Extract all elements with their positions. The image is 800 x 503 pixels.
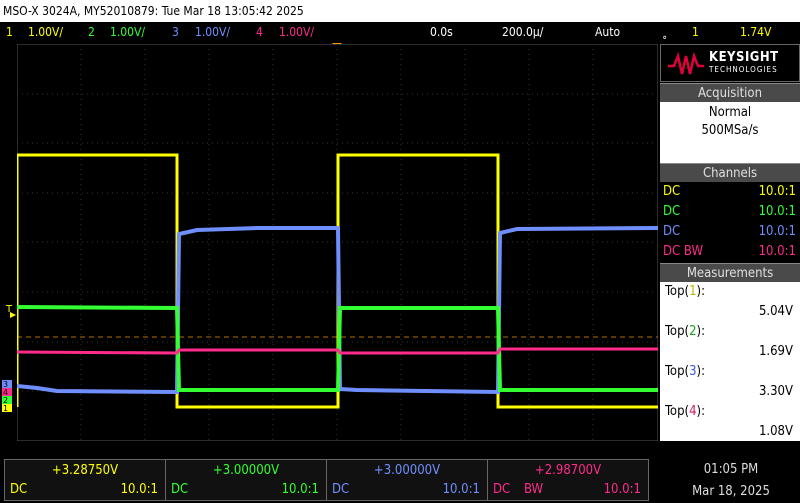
status-bar: 1 1.00V/ 2 1.00V/ 3 1.00V/ 4 1.00V/ 0.0s… xyxy=(0,22,800,42)
ch2-number[interactable]: 2 xyxy=(88,22,95,42)
ch2-scale[interactable]: 1.00V/ xyxy=(110,22,145,42)
ch4-probe: 10.0:1 xyxy=(603,482,641,497)
ch1-ground-marker: 1 xyxy=(3,404,8,413)
ch3-probe: 10.0:1 xyxy=(442,482,480,497)
measurement-label: Top(2): xyxy=(665,324,706,339)
channel-row: DC BW 10.0:1 xyxy=(660,242,800,262)
ch3-scale[interactable]: 1.00V/ xyxy=(195,22,230,42)
ch3-number[interactable]: 3 xyxy=(172,22,179,42)
ch4-offset-box[interactable]: +2.98700V DC BW 10.0:1 xyxy=(487,459,649,501)
channel-probe: 10.0:1 xyxy=(758,204,796,219)
ch4-offset: +2.98700V xyxy=(534,463,602,478)
measurements-panel[interactable]: Measurements Top(1): 5.04V Top(2): 1.69V… xyxy=(660,263,800,441)
ch4-bw-limit: BW xyxy=(524,482,544,497)
waveform-svg xyxy=(15,43,659,442)
acquisition-panel[interactable]: Acquisition Normal 500MSa/s xyxy=(660,83,800,163)
ch3-offset: +3.00000V xyxy=(373,463,441,478)
ch2-coupling: DC xyxy=(171,482,189,497)
window-title: MSO-X 3024A, MY52010879: Tue Mar 18 13:0… xyxy=(0,0,800,22)
channel-coupling: DC xyxy=(663,224,681,239)
ch2-probe: 10.0:1 xyxy=(281,482,319,497)
ch4-number[interactable]: 4 xyxy=(256,22,263,42)
ch1-coupling: DC xyxy=(10,482,28,497)
ch2-offset: +3.00000V xyxy=(212,463,280,478)
channel-row: DC 10.0:1 xyxy=(660,202,800,222)
ch4-scale[interactable]: 1.00V/ xyxy=(279,22,314,42)
ch1-offset: +3.28750V xyxy=(51,463,119,478)
clock-date: Mar 18, 2025 xyxy=(692,484,770,499)
acquisition-header: Acquisition xyxy=(660,83,800,102)
channel-row: DC 10.0:1 xyxy=(660,182,800,202)
ch1-offset-box[interactable]: +3.28750V DC 10.0:1 xyxy=(4,459,166,501)
channel-offset-bar: +3.28750V DC 10.0:1 +3.00000V DC 10.0:1 … xyxy=(0,455,800,503)
clock: 01:05 PM Mar 18, 2025 xyxy=(662,459,800,503)
time-scale[interactable]: 200.0µ/ xyxy=(502,22,543,42)
keysight-logo: KEYSIGHT TECHNOLOGIES xyxy=(660,44,800,82)
side-panel: KEYSIGHT TECHNOLOGIES Acquisition Normal… xyxy=(660,44,800,441)
brand-name: KEYSIGHT xyxy=(709,50,779,65)
ch4-coupling: DC xyxy=(493,482,511,497)
keysight-wave-icon xyxy=(668,52,704,75)
ch1-probe: 10.0:1 xyxy=(120,482,158,497)
trigger-level-marker[interactable]: T xyxy=(0,300,17,320)
channel-coupling: DC BW xyxy=(663,244,704,259)
measurement-label: Top(1): xyxy=(665,284,706,299)
trigger-level[interactable]: 1.74V xyxy=(740,22,771,42)
ch2-offset-box[interactable]: +3.00000V DC 10.0:1 xyxy=(165,459,327,501)
waveform-display[interactable] xyxy=(15,43,659,442)
channel-probe: 10.0:1 xyxy=(758,244,796,259)
channel-coupling: DC xyxy=(663,204,681,219)
brand-sub: TECHNOLOGIES xyxy=(709,65,778,74)
trigger-mode[interactable]: Auto xyxy=(595,22,620,42)
ground-markers[interactable]: 3 4 2 1 xyxy=(0,378,17,418)
ch1-number[interactable]: 1 xyxy=(6,22,13,42)
channel-coupling: DC xyxy=(663,184,681,199)
time-delay[interactable]: 0.0s xyxy=(430,22,453,42)
channel-row: DC 10.0:1 xyxy=(660,222,800,242)
measurement-value: 1.08V xyxy=(758,424,793,439)
ch3-offset-box[interactable]: +3.00000V DC 10.0:1 xyxy=(326,459,488,501)
acquisition-rate: 500MSa/s xyxy=(701,123,759,138)
measurements-header: Measurements xyxy=(660,263,800,282)
measurement-value: 1.69V xyxy=(758,344,793,359)
trigger-source[interactable]: 1 xyxy=(692,22,699,42)
channels-panel[interactable]: Channels DC 10.0:1 DC 10.0:1 DC 10.0:1 D… xyxy=(660,163,800,263)
acquisition-mode: Normal xyxy=(708,105,752,120)
measurement-value: 3.30V xyxy=(758,384,793,399)
measurement-value: 5.04V xyxy=(758,304,793,319)
channels-header: Channels xyxy=(660,163,800,182)
channel-probe: 10.0:1 xyxy=(758,224,796,239)
measurement-label: Top(3): xyxy=(665,364,706,379)
clock-time: 01:05 PM xyxy=(703,462,759,477)
channel-probe: 10.0:1 xyxy=(758,184,796,199)
ch1-scale[interactable]: 1.00V/ xyxy=(28,22,63,42)
measurement-label: Top(4): xyxy=(665,404,706,419)
ch3-coupling: DC xyxy=(332,482,350,497)
trigger-edge-icon: ˳ xyxy=(662,25,668,39)
